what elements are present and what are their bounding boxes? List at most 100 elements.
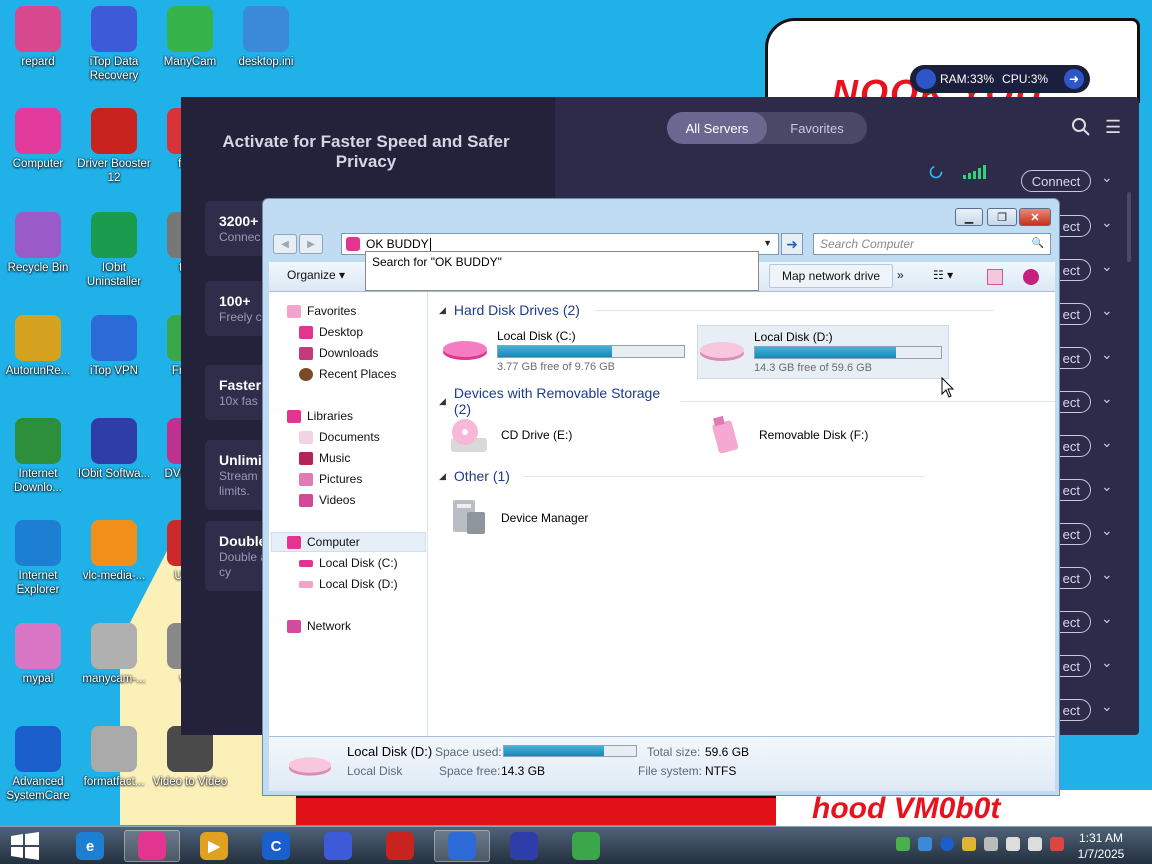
search-box[interactable]: Search Computer 🔍 <box>813 233 1051 255</box>
chevron-down-icon[interactable]: ⌄ <box>1101 390 1113 407</box>
tray-shield-icon[interactable] <box>962 837 976 851</box>
nav-favorites[interactable]: Favorites <box>287 302 356 320</box>
clock[interactable]: 1:31 AM 1/7/2025 <box>1068 830 1134 862</box>
chevron-down-icon[interactable]: ⌄ <box>1101 214 1113 231</box>
tray-network-error-icon[interactable] <box>1050 837 1064 851</box>
drive-local-disk-d[interactable]: Local Disk (D:) 14.3 GB free of 59.6 GB <box>697 325 949 379</box>
close-button[interactable]: ✕ <box>1019 208 1051 226</box>
chevron-down-icon[interactable]: ⌄ <box>1101 302 1113 319</box>
connect-button[interactable]: Connect <box>1021 170 1091 192</box>
desktop-icon-manycam[interactable]: ManyCam <box>152 6 228 69</box>
desktop-icon-manycam[interactable]: manycam-... <box>76 623 152 686</box>
taskbar-iobit-software[interactable] <box>496 830 552 862</box>
cd-drive-item[interactable]: CD Drive (E:) <box>447 414 572 456</box>
desktop-icon-advanced-systemcare[interactable]: Advanced SystemCare <box>0 726 76 803</box>
chevron-down-icon[interactable]: ⌄ <box>1101 169 1113 186</box>
nav-desktop[interactable]: Desktop <box>299 323 363 341</box>
desktop-icon-iobit-uninstaller[interactable]: IObit Uninstaller <box>76 212 152 289</box>
search-icon[interactable]: 🔍 <box>1032 238 1044 249</box>
chevron-down-icon[interactable]: ⌄ <box>1101 566 1113 583</box>
taskbar-spreadsheet-app[interactable] <box>558 830 614 862</box>
chevron-down-icon[interactable]: ⌄ <box>1101 434 1113 451</box>
restore-button[interactable]: ❐ <box>987 208 1017 226</box>
nav-recent-places[interactable]: Recent Places <box>299 365 396 383</box>
desktop-icon-mypal[interactable]: mypal <box>0 623 76 686</box>
go-button[interactable]: ➜ <box>781 233 803 255</box>
device-manager-item[interactable]: Device Manager <box>447 496 588 540</box>
taskbar-internet-explorer[interactable]: e <box>62 830 118 862</box>
group-hard-disk-drives[interactable]: ◢ Hard Disk Drives (2) <box>439 302 994 318</box>
tray-app-icon[interactable] <box>918 837 932 851</box>
taskbar-driver-booster[interactable] <box>372 830 428 862</box>
address-suggestion[interactable]: Search for "OK BUDDY" <box>365 251 759 291</box>
windows-start-icon[interactable] <box>8 831 42 861</box>
group-removable-storage[interactable]: ◢ Devices with Removable Storage (2) <box>439 385 1055 417</box>
preview-pane-icon[interactable] <box>987 269 1003 285</box>
back-button[interactable]: ◀ <box>273 234 297 254</box>
desktop-icon-vlc-media[interactable]: vlc-media-... <box>76 520 152 583</box>
taskbar-explorer[interactable] <box>124 830 180 862</box>
nav-pictures[interactable]: Pictures <box>299 470 362 488</box>
sort-menu-icon[interactable]: ☰ <box>1105 117 1121 138</box>
tray-flag-icon[interactable] <box>1006 837 1020 851</box>
nav-libraries[interactable]: Libraries <box>287 407 353 425</box>
rocket-icon[interactable] <box>916 69 936 89</box>
desktop-icon-internet-downlo[interactable]: Internet Downlo... <box>0 418 76 495</box>
view-options-icon[interactable]: ☷ ▾ <box>933 268 953 282</box>
drive-local-disk-c[interactable]: Local Disk (C:) 3.77 GB free of 9.76 GB <box>441 325 691 379</box>
address-input[interactable]: OK BUDDY <box>366 237 429 251</box>
chevron-down-icon[interactable]: ⌄ <box>1101 522 1113 539</box>
taskbar-advanced-systemcare[interactable]: C <box>248 830 304 862</box>
tray-volume-icon[interactable] <box>1028 837 1042 851</box>
desktop-icon-driver-booster-12[interactable]: Driver Booster 12 <box>76 108 152 185</box>
desktop-icon-repard[interactable]: repard <box>0 6 76 69</box>
chevron-down-icon[interactable]: ⌄ <box>1101 478 1113 495</box>
taskbar-media-player[interactable]: ▶ <box>186 830 242 862</box>
more-commands-button[interactable]: » <box>897 268 904 282</box>
nav-local-disk-c[interactable]: Local Disk (C:) <box>299 554 398 572</box>
collapse-icon[interactable]: ◢ <box>439 471 446 482</box>
group-other[interactable]: ◢ Other (1) <box>439 468 924 484</box>
help-icon[interactable] <box>1023 269 1039 285</box>
dropdown-arrow-icon[interactable]: ▼ <box>763 238 772 248</box>
tray-asc-icon[interactable] <box>940 837 954 851</box>
nav-local-disk-d[interactable]: Local Disk (D:) <box>299 575 398 593</box>
desktop-icon-computer[interactable]: Computer <box>0 108 76 171</box>
nav-network[interactable]: Network <box>287 617 351 635</box>
chevron-down-icon[interactable]: ⌄ <box>1101 258 1113 275</box>
desktop-icon-autorunre[interactable]: AutorunRe... <box>0 315 76 378</box>
desktop-icon-iobit-softwa[interactable]: IObit Softwa... <box>76 418 152 481</box>
arrow-right-icon[interactable]: ➜ <box>1064 69 1084 89</box>
desktop-icon-internet-explorer[interactable]: Internet Explorer <box>0 520 76 597</box>
taskbar-itop-vpn[interactable] <box>434 830 490 862</box>
nav-videos[interactable]: Videos <box>299 491 355 509</box>
tray-network-icon[interactable] <box>896 837 910 851</box>
tray-display-icon[interactable] <box>984 837 998 851</box>
desktop-icon-desktop-ini[interactable]: desktop.ini <box>228 6 304 69</box>
desktop-icon-itop-data-recovery[interactable]: iTop Data Recovery <box>76 6 152 83</box>
tab-all-servers[interactable]: All Servers <box>667 112 767 144</box>
desktop-icon-formatfact[interactable]: formatfact... <box>76 726 152 789</box>
removable-disk-item[interactable]: Removable Disk (F:) <box>705 414 868 456</box>
nav-computer[interactable]: Computer <box>287 533 360 551</box>
chevron-down-icon[interactable]: ⌄ <box>1101 610 1113 627</box>
nav-documents[interactable]: Documents <box>299 428 380 446</box>
vpn-scrollbar[interactable] <box>1127 192 1131 262</box>
chevron-down-icon[interactable]: ⌄ <box>1101 698 1113 715</box>
chevron-down-icon[interactable]: ⌄ <box>1101 654 1113 671</box>
taskbar-itop-data-recovery[interactable] <box>310 830 366 862</box>
forward-button[interactable]: ▶ <box>299 234 323 254</box>
search-icon[interactable] <box>1071 117 1091 137</box>
nav-music[interactable]: Music <box>299 449 350 467</box>
nav-downloads[interactable]: Downloads <box>299 344 378 362</box>
desktop-icon-recycle-bin[interactable]: Recycle Bin <box>0 212 76 275</box>
minimize-button[interactable]: ▁ <box>955 208 983 226</box>
organize-button[interactable]: Organize ▾ <box>287 268 345 282</box>
collapse-icon[interactable]: ◢ <box>439 396 446 407</box>
map-network-drive-button[interactable]: Map network drive <box>769 264 894 288</box>
system-monitor-widget[interactable]: RAM:33% CPU:3% ➜ <box>910 65 1090 93</box>
tab-favorites[interactable]: Favorites <box>767 112 867 144</box>
desktop-icon-video-to-video[interactable]: Video to Video <box>152 726 228 789</box>
collapse-icon[interactable]: ◢ <box>439 305 446 316</box>
chevron-down-icon[interactable]: ⌄ <box>1101 346 1113 363</box>
